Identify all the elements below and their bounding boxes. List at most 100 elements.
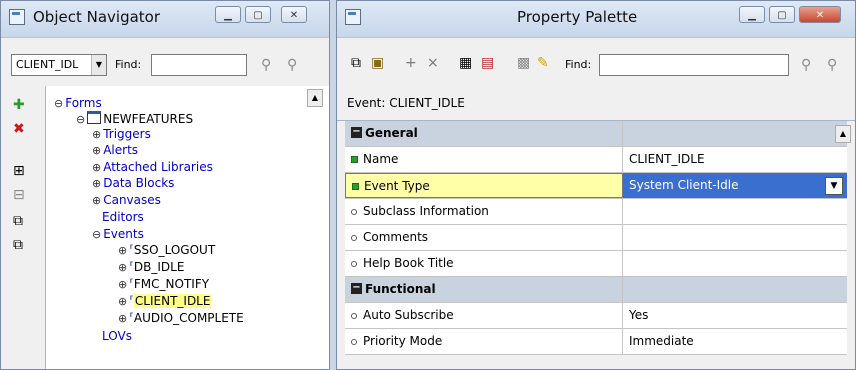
x-icon[interactable]: ✖ (13, 122, 25, 136)
plus-icon[interactable]: ✚ (13, 98, 25, 112)
intersection-icon[interactable]: ▩ (517, 56, 530, 70)
expand-node-icon[interactable]: ⊕ (92, 194, 101, 207)
property-row-subclass[interactable]: Subclass Information (345, 199, 847, 225)
section-functional[interactable]: − Functional (345, 277, 847, 303)
tree-node-attached-libraries[interactable]: ⊕ Attached Libraries (92, 160, 213, 175)
maximize-button[interactable]: ▢ (245, 6, 271, 23)
find-input[interactable] (599, 54, 789, 76)
property-name: Priority Mode (345, 329, 623, 354)
property-value[interactable]: CLIENT_IDLE (623, 147, 847, 172)
copy-properties-icon[interactable]: ⧉ (351, 56, 361, 70)
minimize-button[interactable]: ▁ (739, 6, 765, 23)
expand-node-icon[interactable]: ⊕ (118, 261, 127, 274)
tree-node-triggers[interactable]: ⊕ Triggers (92, 127, 151, 142)
tree-node-editors[interactable]: Editors (102, 210, 144, 224)
modified-bullet-icon (351, 156, 358, 163)
palette-titlebar[interactable]: Property Palette ▁ ▢ ✕ (337, 1, 855, 37)
property-value[interactable] (623, 199, 847, 224)
delete-property-icon[interactable]: × (427, 56, 439, 70)
section-general[interactable]: − General (345, 121, 847, 147)
section-value (623, 121, 847, 146)
default-bullet-icon (351, 313, 357, 319)
find-label: Find: (565, 58, 592, 71)
event-type-value: System Client-Idle (629, 178, 739, 192)
property-name: Comments (345, 225, 623, 250)
default-bullet-icon (351, 209, 357, 215)
tree-node-canvases[interactable]: ⊕ Canvases (92, 193, 161, 208)
scroll-up-button[interactable]: ▲ (307, 89, 323, 107)
property-row-help-book[interactable]: Help Book Title (345, 251, 847, 277)
property-class-icon[interactable]: ▦ (459, 56, 472, 70)
property-value[interactable] (623, 225, 847, 250)
tree-node-event[interactable]: ⊕ ⸢SSO_LOGOUT (118, 243, 215, 258)
collapse-all-icon[interactable]: ⧉ (13, 238, 23, 252)
property-row-comments[interactable]: Comments (345, 225, 847, 251)
property-row-priority-mode[interactable]: Priority Mode Immediate (345, 329, 847, 355)
expand-node-icon[interactable]: ⊕ (92, 161, 101, 174)
close-button[interactable]: ✕ (281, 6, 307, 23)
section-label: − General (345, 121, 623, 146)
current-object-label: Event: CLIENT_IDLE (337, 86, 855, 121)
window-icon (345, 9, 361, 25)
property-value[interactable]: Yes (623, 303, 847, 328)
paste-properties-icon[interactable]: ▣ (371, 56, 384, 70)
property-row-name[interactable]: Name CLIENT_IDLE (345, 147, 847, 173)
search-back-icon[interactable]: ⚲ (827, 58, 837, 72)
find-input[interactable] (151, 54, 247, 76)
search-forward-icon[interactable]: ⚲ (261, 58, 271, 72)
expand-node-icon[interactable]: ⊕ (92, 177, 101, 190)
navigator-titlebar[interactable]: Object Navigator ▁ ▢ ✕ (1, 1, 329, 37)
navigator-title: Object Navigator (33, 8, 161, 26)
collapse-section-icon[interactable]: − (351, 127, 362, 138)
dropdown-arrow-icon[interactable]: ▼ (825, 177, 843, 195)
tree-node-lovs[interactable]: LOVs (102, 329, 132, 343)
add-property-icon[interactable]: + (405, 56, 417, 70)
search-forward-icon[interactable]: ⚲ (801, 58, 811, 72)
object-combo-value: CLIENT_IDL (16, 58, 79, 71)
property-value[interactable]: Immediate (623, 329, 847, 354)
expand-icon[interactable]: ⊞ (13, 164, 25, 178)
palette-title: Property Palette (517, 8, 638, 26)
close-button[interactable]: ✕ (799, 6, 841, 23)
expand-node-icon[interactable]: ⊕ (118, 312, 127, 325)
tree-node-event[interactable]: ⊕ ⸢DB_IDLE (118, 260, 184, 275)
tree-node-forms[interactable]: ⊖ Forms (54, 96, 102, 111)
expand-node-icon[interactable]: ⊕ (92, 128, 101, 141)
expand-all-icon[interactable]: ⧉ (13, 214, 23, 228)
tree-node-events[interactable]: ⊖ Events (92, 227, 144, 242)
tree-node-data-blocks[interactable]: ⊕ Data Blocks (92, 176, 174, 191)
property-value[interactable] (623, 251, 847, 276)
scroll-up-button[interactable]: ▲ (835, 125, 851, 143)
collapse-node-icon[interactable]: ⊖ (92, 228, 101, 241)
freeze-pin-icon[interactable]: ✎ (537, 56, 549, 70)
collapse-node-icon[interactable]: ⊖ (76, 113, 85, 126)
expand-node-icon[interactable]: ⊕ (118, 295, 127, 308)
section-label: − Functional (345, 277, 623, 302)
collapse-section-icon[interactable]: − (351, 283, 362, 294)
expand-node-icon[interactable]: ⊕ (118, 244, 127, 257)
tree-node-event[interactable]: ⊕ ⸢AUDIO_COMPLETE (118, 311, 244, 326)
expand-node-icon[interactable]: ⊕ (92, 144, 101, 157)
search-back-icon[interactable]: ⚲ (287, 58, 297, 72)
property-row-auto-subscribe[interactable]: Auto Subscribe Yes (345, 303, 847, 329)
expand-node-icon[interactable]: ⊕ (118, 278, 127, 291)
navigator-toolbar: CLIENT_IDL ▼ Find: ⚲ ⚲ (1, 37, 329, 87)
property-row-event-type[interactable]: Event Type System Client-Idle ▼ (345, 173, 847, 199)
property-name: Auto Subscribe (345, 303, 623, 328)
default-bullet-icon (351, 261, 357, 267)
tree-node-event-selected[interactable]: ⊕ ⸢CLIENT_IDLE (118, 294, 212, 309)
navigator-sidebar: ✚ ✖ ⊞ ⊟ ⧉ ⧉ (1, 86, 46, 369)
inherit-icon[interactable]: ▤ (481, 56, 494, 70)
maximize-button[interactable]: ▢ (769, 6, 795, 23)
event-type-select[interactable]: System Client-Idle ▼ (623, 173, 847, 198)
dropdown-arrow-icon[interactable]: ▼ (91, 55, 106, 75)
collapse-icon[interactable]: ⊟ (13, 188, 25, 202)
object-combo[interactable]: CLIENT_IDL ▼ (11, 54, 107, 76)
palette-toolbar: ⧉ ▣ + × ▦ ▤ ▩ ✎ Find: ⚲ ⚲ (337, 37, 855, 87)
tree-node-alerts[interactable]: ⊕ Alerts (92, 143, 138, 158)
tree-node-module[interactable]: ⊖ NEWFEATURES (76, 111, 193, 127)
minimize-button[interactable]: ▁ (215, 6, 241, 23)
property-name: Help Book Title (345, 251, 623, 276)
collapse-node-icon[interactable]: ⊖ (54, 97, 63, 110)
tree-node-event[interactable]: ⊕ ⸢FMC_NOTIFY (118, 277, 209, 292)
